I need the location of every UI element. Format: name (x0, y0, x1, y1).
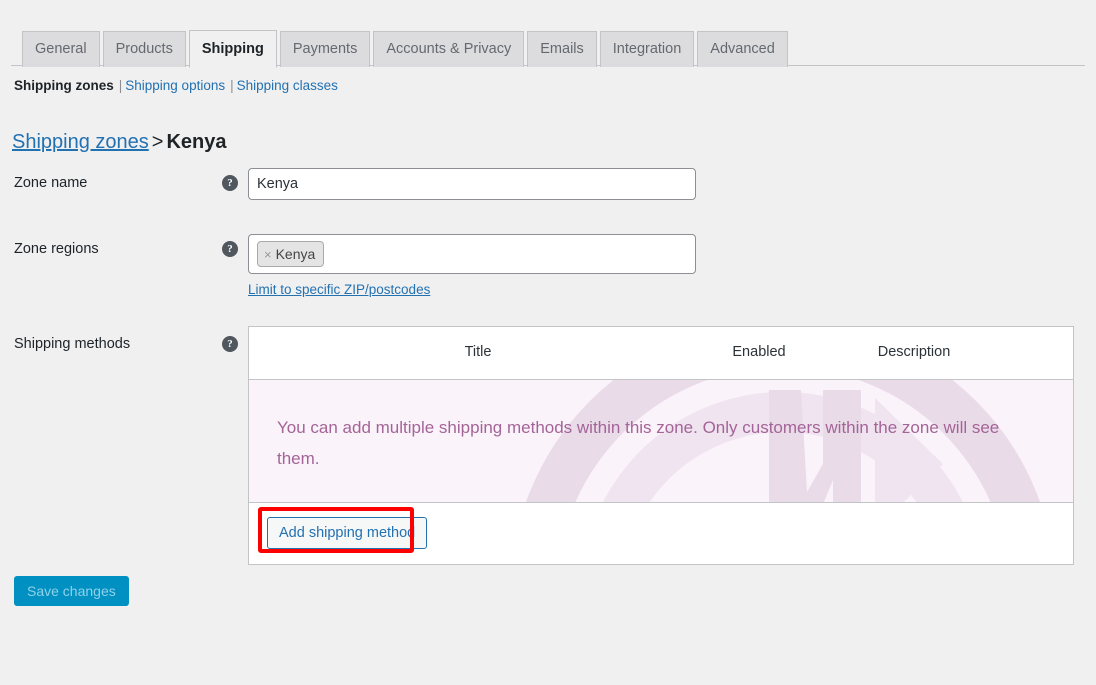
breadcrumb: Shipping zones>Kenya (12, 128, 227, 156)
help-icon[interactable]: ? (222, 336, 238, 352)
limit-postcodes-link[interactable]: Limit to specific ZIP/postcodes (248, 282, 430, 297)
add-shipping-method-button[interactable]: Add shipping method (267, 517, 427, 549)
table-header-row: Title Enabled Description (249, 327, 1073, 380)
column-header-title: Title (465, 344, 492, 360)
subnav-item-shipping-zones[interactable]: Shipping zones (14, 78, 114, 93)
zone-name-row: Zone name ? (0, 168, 1096, 214)
subnav-item-shipping-classes[interactable]: Shipping classes (237, 78, 338, 93)
zone-name-input[interactable] (248, 168, 696, 200)
subnav-separator: | (114, 78, 126, 93)
blank-state-row: You can add multiple shipping methods wi… (249, 380, 1073, 503)
region-token-label: Kenya (276, 246, 316, 262)
column-header-description: Description (878, 344, 951, 360)
tab-emails[interactable]: Emails (527, 31, 597, 67)
zone-regions-row: Zone regions ? ×Kenya Limit to specific … (0, 234, 1096, 304)
tab-payments[interactable]: Payments (280, 31, 370, 67)
breadcrumb-current-zone: Kenya (166, 131, 226, 153)
tab-integration[interactable]: Integration (600, 31, 695, 67)
save-changes-button[interactable]: Save changes (14, 576, 129, 606)
shipping-methods-table: Title Enabled Description You can add mu… (248, 326, 1074, 565)
tab-advanced[interactable]: Advanced (697, 31, 788, 67)
help-icon[interactable]: ? (222, 175, 238, 191)
remove-token-icon[interactable]: × (264, 247, 276, 262)
breadcrumb-separator: > (149, 131, 167, 153)
tab-accounts-privacy[interactable]: Accounts & Privacy (373, 31, 524, 67)
breadcrumb-link-shipping-zones[interactable]: Shipping zones (12, 131, 149, 153)
zone-name-label: Zone name (14, 175, 87, 191)
tab-products[interactable]: Products (103, 31, 186, 67)
region-token-kenya[interactable]: ×Kenya (257, 241, 324, 267)
column-header-enabled: Enabled (732, 344, 785, 360)
zone-regions-label: Zone regions (14, 241, 99, 257)
subnav-separator: | (225, 78, 237, 93)
shipping-subnav: Shipping zones|Shipping options|Shipping… (14, 77, 338, 95)
tab-general[interactable]: General (22, 31, 100, 67)
blank-state-message: You can add multiple shipping methods wi… (277, 412, 1023, 474)
zone-regions-select[interactable]: ×Kenya (248, 234, 696, 274)
subnav-item-shipping-options[interactable]: Shipping options (125, 78, 225, 93)
settings-tab-bar: GeneralProductsShippingPaymentsAccounts … (0, 0, 1096, 68)
tab-shipping[interactable]: Shipping (189, 30, 277, 68)
table-footer-row: Add shipping method (249, 503, 1073, 564)
shipping-methods-label: Shipping methods (14, 336, 130, 352)
help-icon[interactable]: ? (222, 241, 238, 257)
